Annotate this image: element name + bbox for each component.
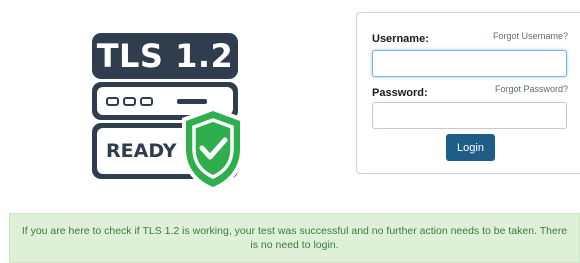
server-slot-icon — [177, 99, 207, 104]
username-input[interactable] — [372, 50, 567, 77]
login-form: Username: Forgot Username? Password: For… — [356, 12, 580, 174]
success-alert: If you are here to check if TLS 1.2 is w… — [9, 213, 580, 263]
server-led-icon — [140, 97, 153, 106]
server-led-icon — [123, 97, 136, 106]
logo-title: TLS 1.2 — [96, 37, 234, 75]
login-button[interactable]: Login — [446, 134, 495, 161]
server-led-icon — [106, 97, 119, 106]
server-top-panel: TLS 1.2 — [92, 33, 238, 79]
logo-status: READY — [106, 140, 177, 162]
forgot-username-link[interactable]: Forgot Username? — [493, 31, 568, 41]
username-label: Username: — [372, 33, 429, 45]
password-input[interactable] — [372, 102, 567, 129]
forgot-password-link[interactable]: Forgot Password? — [495, 84, 568, 94]
shield-check-icon — [182, 107, 244, 191]
password-label: Password: — [372, 87, 428, 99]
success-alert-text: If you are here to check if TLS 1.2 is w… — [21, 225, 568, 251]
tls-ready-logo: TLS 1.2 READY — [92, 33, 252, 191]
